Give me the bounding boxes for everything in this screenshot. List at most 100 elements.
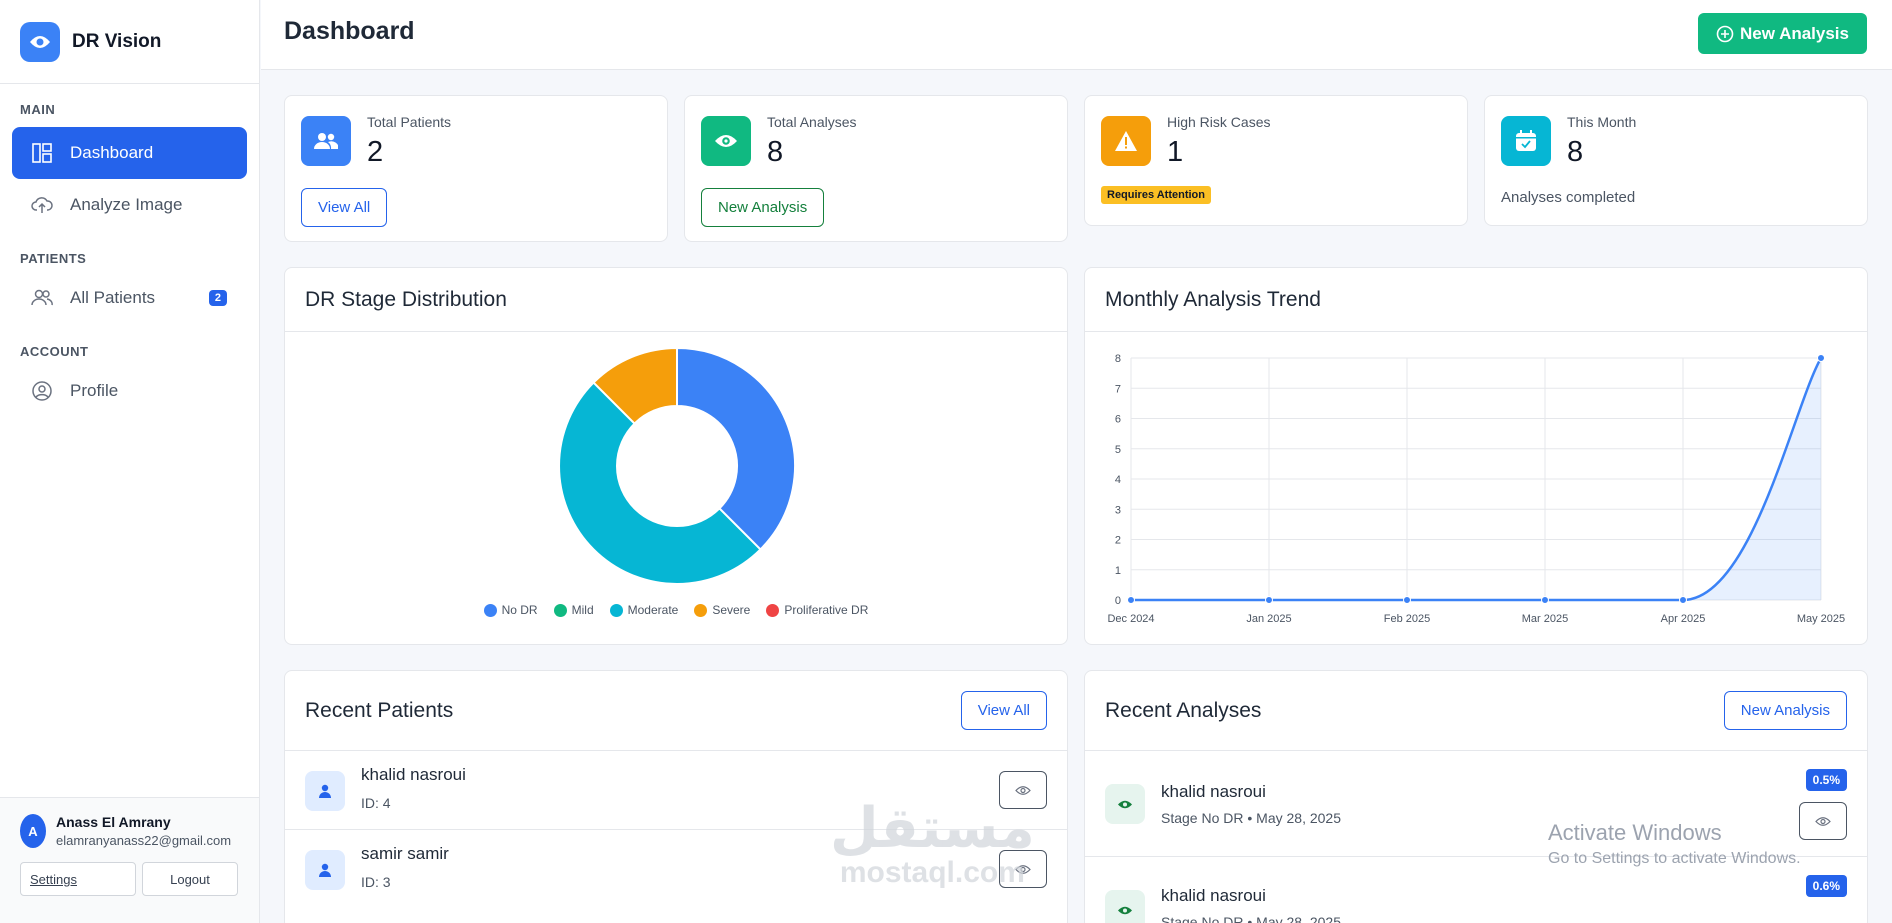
x-tick-label: Mar 2025	[1522, 613, 1568, 625]
new-analysis-list-button[interactable]: New Analysis	[1723, 691, 1847, 730]
eye-icon	[1105, 890, 1145, 923]
view-all-patients-list-button[interactable]: View All	[960, 691, 1047, 730]
x-tick-label: Jan 2025	[1246, 613, 1291, 625]
x-tick-label: Apr 2025	[1661, 613, 1706, 625]
sidebar: DR Vision MAIN Dashboard Analyze Image P…	[0, 0, 260, 923]
sidebar-item-dashboard[interactable]: Dashboard	[12, 127, 247, 179]
donut-slice-no-dr[interactable]	[676, 346, 796, 551]
patient-name: khalid nasroui	[361, 765, 466, 784]
brand-name: DR Vision	[72, 30, 162, 52]
sidebar-item-label: Dashboard	[70, 143, 154, 162]
analysis-patient-name: khalid nasroui	[1161, 782, 1266, 801]
nav-section-account: ACCOUNT	[20, 344, 89, 359]
avatar: A	[20, 814, 46, 848]
view-all-patients-button[interactable]: View All	[301, 188, 388, 227]
trend-point[interactable]	[1541, 596, 1549, 604]
y-tick-label: 2	[1115, 535, 1121, 547]
analysis-detail: Stage No DR • May 28, 2025	[1161, 914, 1341, 923]
calendar-check-icon	[1501, 116, 1551, 166]
stat-label: High Risk Cases	[1167, 114, 1271, 130]
requires-attention-badge: Requires Attention	[1101, 186, 1211, 204]
plus-circle-icon	[1716, 25, 1734, 42]
y-tick-label: 5	[1115, 444, 1121, 456]
patients-count-badge: 2	[208, 290, 227, 306]
legend-swatch	[766, 603, 780, 617]
trend-point[interactable]	[1817, 354, 1825, 362]
stat-card-high-risk: High Risk Cases 1 Requires Attention	[1084, 95, 1468, 226]
legend-swatch	[609, 603, 623, 617]
new-analysis-button[interactable]: New Analysis	[1698, 13, 1867, 54]
stat-value: 2	[367, 136, 384, 168]
settings-button[interactable]: Settings	[20, 862, 136, 896]
new-analysis-label: New Analysis	[1740, 23, 1849, 43]
user-panel: A Anass El Amrany elamranyanass22@gmail.…	[0, 797, 259, 923]
view-analysis-button[interactable]	[1799, 802, 1847, 840]
logout-button[interactable]: Logout	[142, 862, 238, 896]
watermark-arabic: مستقل	[830, 796, 1035, 859]
x-tick-label: Feb 2025	[1384, 613, 1430, 625]
cloud-upload-icon	[30, 193, 54, 217]
legend-label: No DR	[501, 603, 538, 617]
y-tick-label: 7	[1115, 383, 1121, 395]
legend-swatch	[553, 603, 567, 617]
users-icon	[301, 116, 351, 166]
x-tick-label: May 2025	[1797, 613, 1845, 625]
card-title: Monthly Analysis Trend	[1085, 268, 1867, 332]
trend-point[interactable]	[1265, 596, 1273, 604]
user-icon	[305, 850, 345, 890]
stat-card-total-analyses: Total Analyses 8 New Analysis	[684, 95, 1068, 242]
confidence-badge: 0.5%	[1805, 769, 1847, 791]
brand[interactable]: DR Vision	[0, 0, 259, 84]
user-name: Anass El Amrany	[56, 814, 171, 830]
trend-point[interactable]	[1403, 596, 1411, 604]
confidence-badge: 0.6%	[1805, 875, 1847, 897]
stat-value: 8	[767, 136, 784, 168]
new-analysis-card-button[interactable]: New Analysis	[701, 188, 825, 227]
sidebar-item-profile[interactable]: Profile	[12, 365, 247, 417]
y-tick-label: 8	[1115, 353, 1121, 365]
legend-label: Moderate	[627, 603, 679, 617]
sidebar-item-all-patients[interactable]: All Patients 2	[12, 272, 247, 324]
x-tick-label: Dec 2024	[1107, 613, 1154, 625]
top-header: Dashboard New Analysis	[261, 0, 1892, 70]
patient-id: ID: 3	[361, 874, 391, 890]
legend-item[interactable]: Proliferative DR	[766, 603, 868, 617]
patient-id: ID: 4	[361, 795, 391, 811]
stat-label: Total Patients	[367, 114, 452, 130]
watermark-domain: mostaql.com	[839, 856, 1025, 889]
card-title: DR Stage Distribution	[285, 268, 1067, 332]
stat-label: Total Analyses	[767, 114, 857, 130]
legend-item[interactable]: Severe	[694, 603, 750, 617]
sidebar-item-label: All Patients	[70, 288, 156, 307]
nav-section-main: MAIN	[20, 102, 56, 117]
trend-point[interactable]	[1679, 596, 1687, 604]
eye-icon	[1015, 785, 1031, 795]
y-tick-label: 0	[1115, 595, 1121, 607]
dr-stage-distribution-card: DR Stage Distribution No DR Mild Moderate S…	[284, 267, 1068, 645]
stat-value: 8	[1567, 136, 1584, 168]
y-tick-label: 4	[1115, 474, 1121, 486]
legend-item[interactable]: No DR	[483, 603, 538, 617]
sidebar-item-label: Profile	[70, 381, 119, 400]
trend-point[interactable]	[1127, 596, 1135, 604]
stat-value: 1	[1167, 136, 1184, 168]
eye-icon	[1105, 784, 1145, 824]
user-email: elamranyanass22@gmail.com	[56, 833, 232, 848]
y-tick-label: 6	[1115, 414, 1121, 426]
eye-icon	[701, 116, 751, 166]
legend-swatch	[483, 603, 497, 617]
legend-item[interactable]: Moderate	[609, 603, 679, 617]
recent-analyses-card: Recent Analyses New Analysis khalid nasr…	[1084, 670, 1868, 923]
monthly-trend-chart: 0 1 2 3 4 5 6 7 8 Dec 2024 Jan 2025 Feb 2025 Mar 202…	[1107, 353, 1845, 625]
analysis-patient-name: khalid nasroui	[1161, 886, 1266, 905]
sidebar-item-analyze-image[interactable]: Analyze Image	[12, 179, 247, 231]
dr-stage-donut-chart	[558, 346, 796, 585]
dashboard-icon	[30, 141, 54, 165]
legend-label: Severe	[712, 603, 751, 617]
patient-name: samir samir	[361, 844, 449, 863]
legend-item[interactable]: Mild	[553, 603, 594, 617]
activate-windows-notice: Activate Windows Go to Settings to activ…	[1548, 820, 1801, 868]
legend-swatch	[694, 603, 708, 617]
warning-icon	[1101, 116, 1151, 166]
sidebar-item-label: Analyze Image	[70, 195, 183, 214]
